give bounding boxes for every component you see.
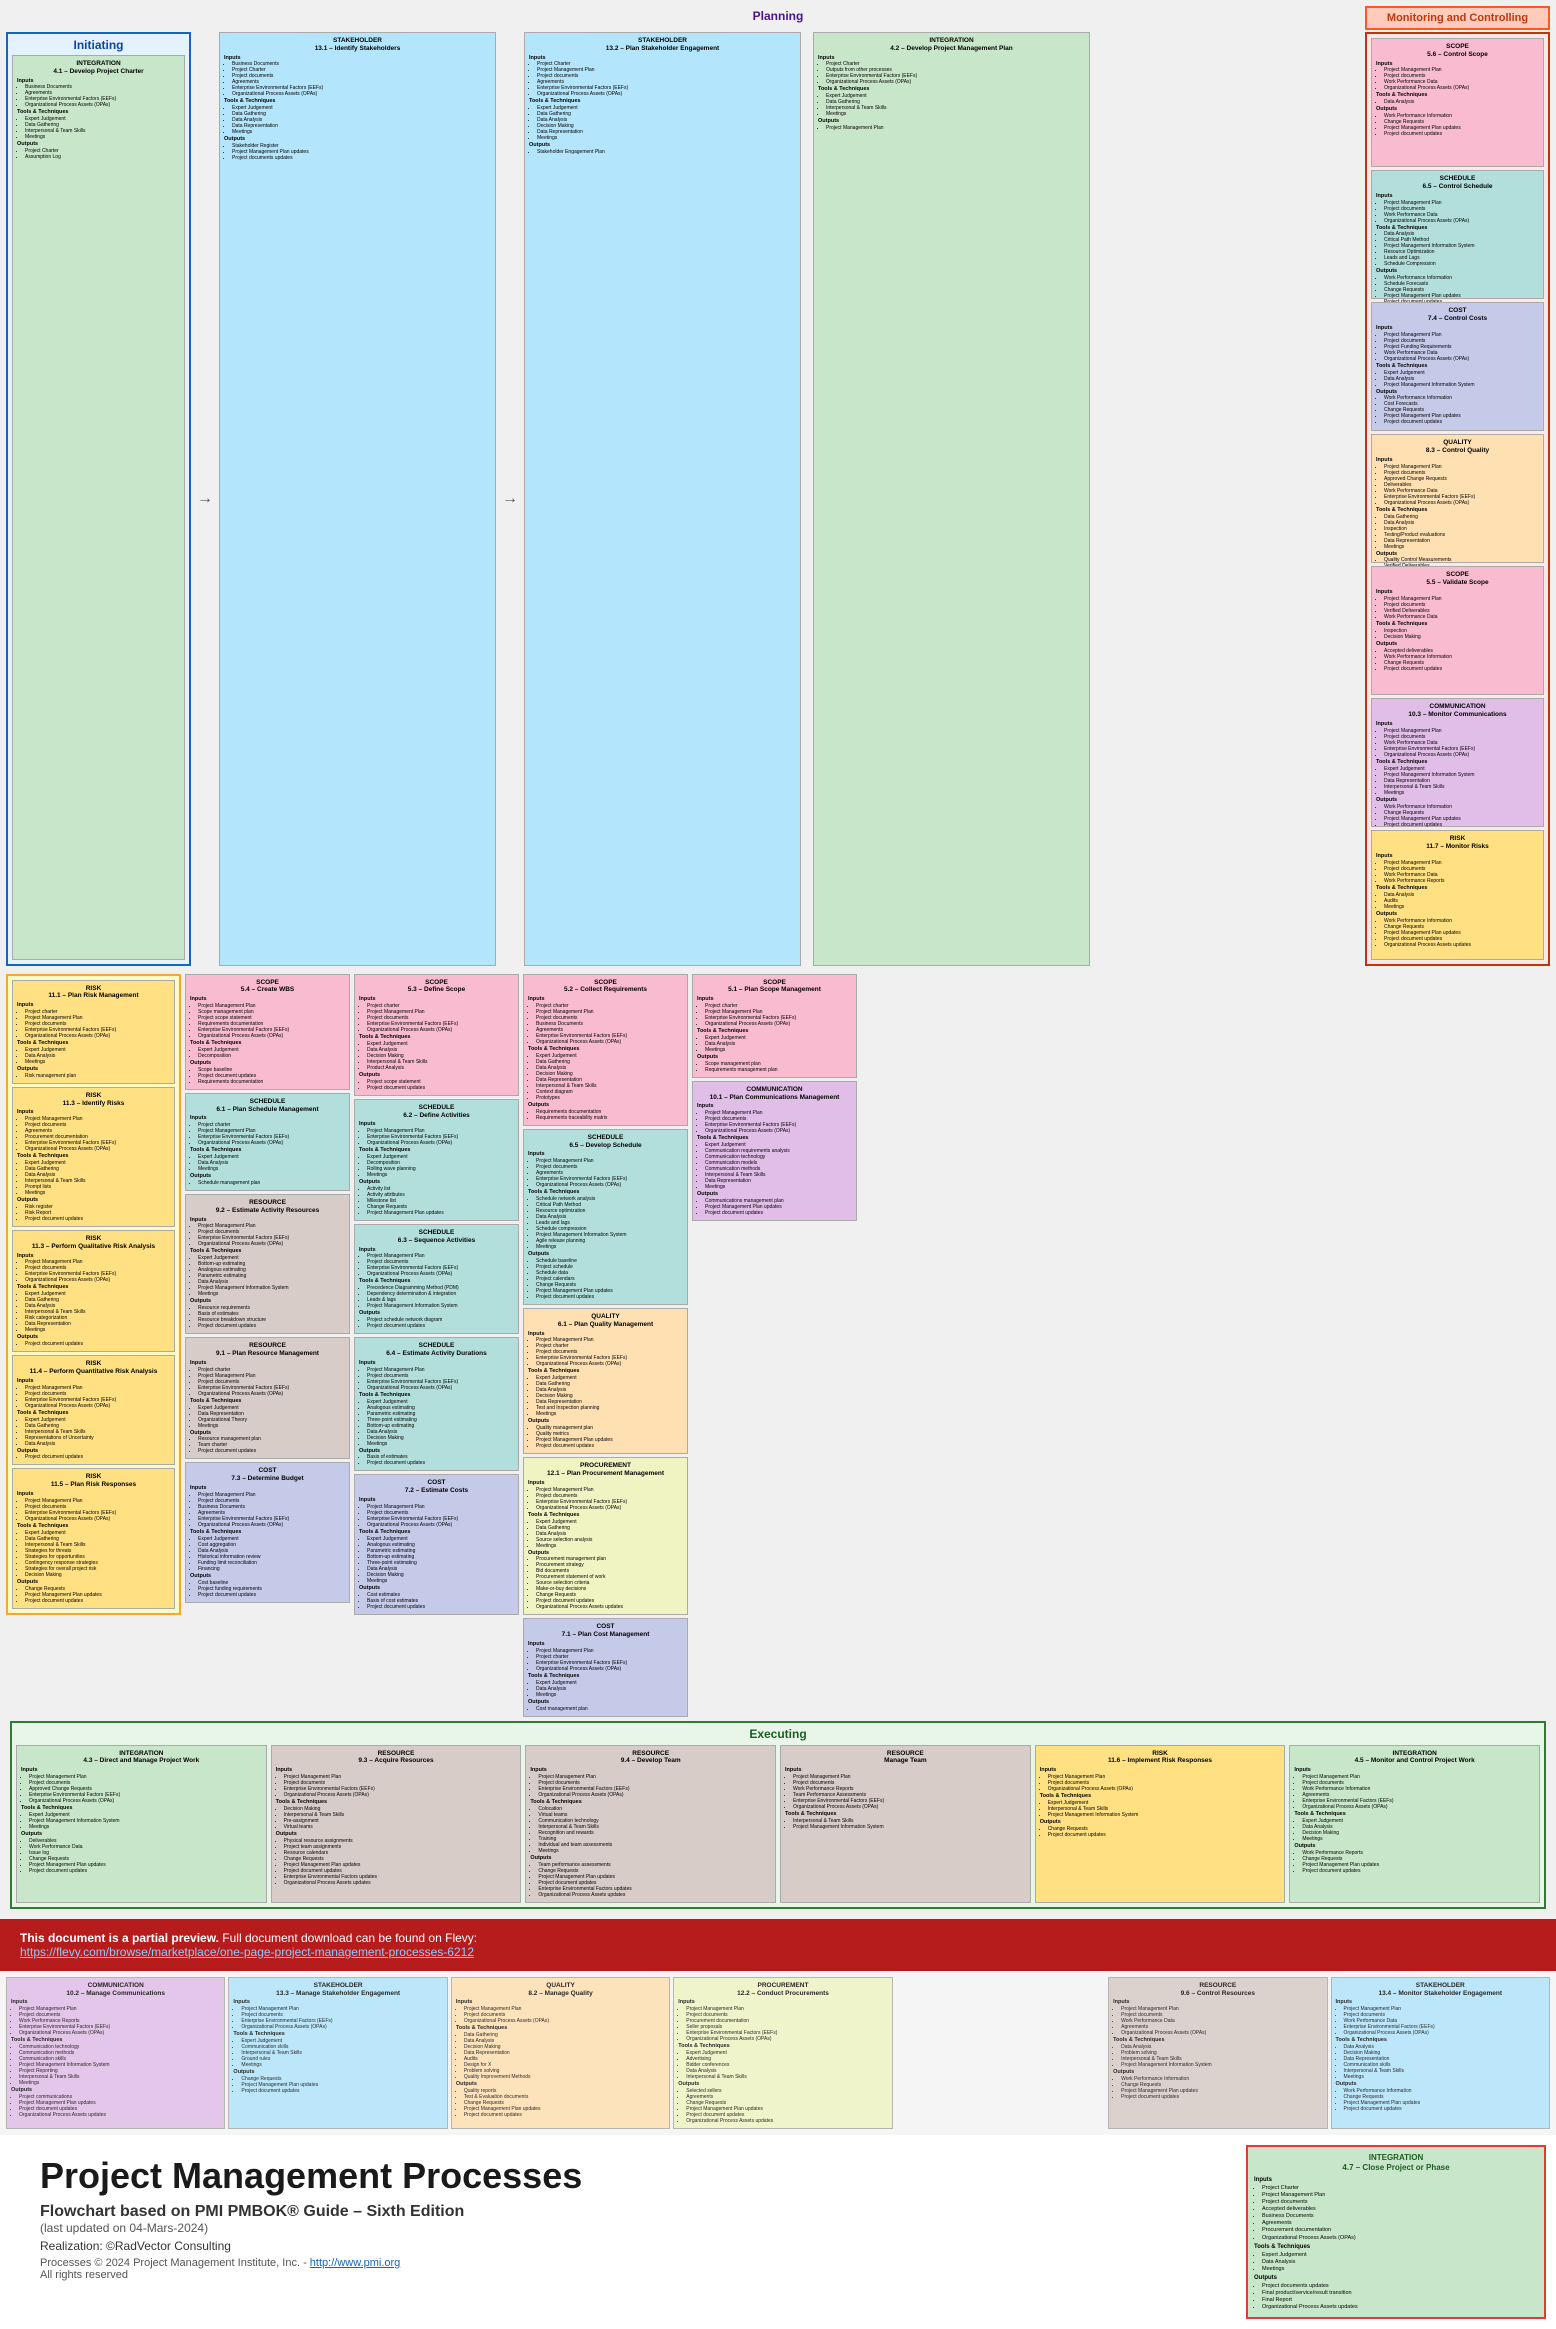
box-scope-55: SCOPE5.5 – Validate Scope Inputs Project… — [1371, 566, 1544, 695]
box-risk-114: RISK11.4 – Perform Quantitative Risk Ana… — [12, 1355, 175, 1465]
title-area: Project Management Processes Flowchart b… — [0, 2135, 1236, 2329]
box-schedule-65-develop: SCHEDULE6.5 – Develop Schedule Inputs Pr… — [523, 1129, 688, 1305]
bottom-section: Project Management Processes Flowchart b… — [0, 2135, 1556, 2329]
box-risk-113: RISK11.3 – Identify Risks Inputs Project… — [12, 1087, 175, 1227]
box-schedule-62: SCHEDULE6.2 – Define Activities Inputs P… — [354, 1099, 519, 1221]
box-integration-41: INTEGRATION4.1 – Develop Project Charter… — [12, 55, 185, 960]
box-quality-81: QUALITY6.1 – Plan Quality Management Inp… — [523, 1308, 688, 1454]
document-title: Project Management Processes — [40, 2155, 1196, 2197]
box-resource-91: RESOURCE9.1 – Plan Resource Management I… — [185, 1337, 350, 1459]
box-scope-52: SCOPE5.2 – Collect Requirements Inputs P… — [523, 974, 688, 1126]
box-stakeholder-133: STAKEHOLDER13.3 – Manage Stakeholder Eng… — [228, 1977, 447, 2129]
main-container: Planning Monitoring and Controlling Init… — [0, 0, 1556, 2329]
box-communication-102: COMMUNICATION10.2 – Manage Communication… — [6, 1977, 225, 2129]
box-integration-45-exec: INTEGRATION4.5 – Monitor and Control Pro… — [1289, 1745, 1540, 1903]
box-resource-95: RESOURCEManage Team Inputs Project Manag… — [780, 1745, 1031, 1903]
box-risk-116: RISK11.6 – Implement Risk Responses Inpu… — [1035, 1745, 1286, 1903]
box-schedule-65: SCHEDULE6.5 – Control Schedule Inputs Pr… — [1371, 170, 1544, 299]
preview-banner: This document is a partial preview. Full… — [0, 1919, 1556, 1971]
box-quality-83: QUALITY8.3 – Control Quality Inputs Proj… — [1371, 434, 1544, 563]
document-subtitle: Flowchart based on PMI PMBOK® Guide – Si… — [40, 2203, 1196, 2221]
bottom-executing-area: COMMUNICATION10.2 – Manage Communication… — [0, 1971, 1556, 2135]
box-resource-92: RESOURCE9.2 – Estimate Activity Resource… — [185, 1194, 350, 1334]
initiating-label: Initiating — [12, 38, 185, 52]
preview-text: This document is a partial preview. Full… — [20, 1931, 477, 1959]
bottom-right-area: INTEGRATION4.7 – Close Project or Phase … — [1236, 2135, 1556, 2329]
box-communication-103: COMMUNICATION10.3 – Monitor Communicatio… — [1371, 698, 1544, 827]
planning-label: Planning — [191, 6, 1365, 26]
box-scope-51: SCOPE5.1 – Plan Scope Management Inputs … — [692, 974, 857, 1078]
box-schedule-64: SCHEDULE6.4 – Estimate Activity Duration… — [354, 1337, 519, 1471]
box-risk-113-qual: RISK11.3 – Perform Qualitative Risk Anal… — [12, 1230, 175, 1352]
box-integration-43: INTEGRATION4.3 – Direct and Manage Proje… — [16, 1745, 267, 1903]
box-resource-96: RESOURCE9.6 – Control Resources Inputs P… — [1108, 1977, 1327, 2129]
box-stakeholder-131: STAKEHOLDER13.1 – Identify Stakeholders … — [219, 32, 496, 966]
process-map: Planning Monitoring and Controlling Init… — [0, 0, 1556, 1919]
box-integration-42: INTEGRATION4.2 – Develop Project Managem… — [813, 32, 1090, 966]
box-scope-56: SCOPE5.6 – Control Scope Inputs Project … — [1371, 38, 1544, 167]
box-scope-54: SCOPE5.4 – Create WBS Inputs Project Man… — [185, 974, 350, 1090]
box-stakeholder-134: STAKEHOLDER13.4 – Monitor Stakeholder En… — [1331, 1977, 1550, 2129]
box-cost-74: COST7.4 – Control Costs Inputs Project M… — [1371, 302, 1544, 431]
box-risk-111: RISK11.1 – Plan Risk Management Inputs P… — [12, 980, 175, 1084]
executing-label: Executing — [16, 1727, 1540, 1741]
box-quality-82: QUALITY8.2 – Manage Quality Inputs Proje… — [451, 1977, 670, 2129]
pmi-link[interactable]: http://www.pmi.org — [310, 2257, 400, 2269]
box-stakeholder-132: STAKEHOLDER13.2 – Plan Stakeholder Engag… — [524, 32, 801, 966]
box-cost-72: COST7.2 – Estimate Costs Inputs Project … — [354, 1474, 519, 1614]
monitoring-label: Monitoring and Controlling — [1387, 12, 1528, 24]
box-communication-101: COMMUNICATION10.1 – Plan Communications … — [692, 1081, 857, 1221]
resource-manage-title: RESOURCEManage Team — [785, 1750, 1026, 1766]
box-risk-115: RISK11.5 – Plan Risk Responses Inputs Pr… — [12, 1468, 175, 1608]
preview-link[interactable]: https://flevy.com/browse/marketplace/one… — [20, 1945, 474, 1959]
box-scope-53: SCOPE5.3 – Define Scope Inputs Project c… — [354, 974, 519, 1096]
box-procurement-122: PROCUREMENT12.2 – Conduct Procurements I… — [673, 1977, 892, 2129]
box-schedule-61: SCHEDULE6.1 – Plan Schedule Management I… — [185, 1093, 350, 1191]
box-risk-117: RISK11.7 – Monitor Risks Inputs Project … — [1371, 830, 1544, 959]
box-schedule-63: SCHEDULE6.3 – Sequence Activities Inputs… — [354, 1224, 519, 1334]
document-date: (last updated on 04-Mars-2024) — [40, 2221, 1196, 2235]
document-copyright: Processes © 2024 Project Management Inst… — [40, 2257, 1196, 2281]
box-cost-73: COST7.3 – Determine Budget Inputs Projec… — [185, 1462, 350, 1602]
box-procurement-121: PROCUREMENT12.1 – Plan Procurement Manag… — [523, 1457, 688, 1615]
monitoring-column: SCOPE5.6 – Control Scope Inputs Project … — [1365, 32, 1550, 966]
box-resource-93: RESOURCE9.3 – Acquire Resources Inputs P… — [271, 1745, 522, 1903]
document-author: Realization: ©RadVector Consulting — [40, 2239, 1196, 2253]
box-resource-94: RESOURCE9.4 – Develop Team Inputs Projec… — [525, 1745, 776, 1903]
box-integration-47: INTEGRATION4.7 – Close Project or Phase … — [1246, 2145, 1546, 2319]
box-cost-71: COST7.1 – Plan Cost Management Inputs Pr… — [523, 1618, 688, 1716]
